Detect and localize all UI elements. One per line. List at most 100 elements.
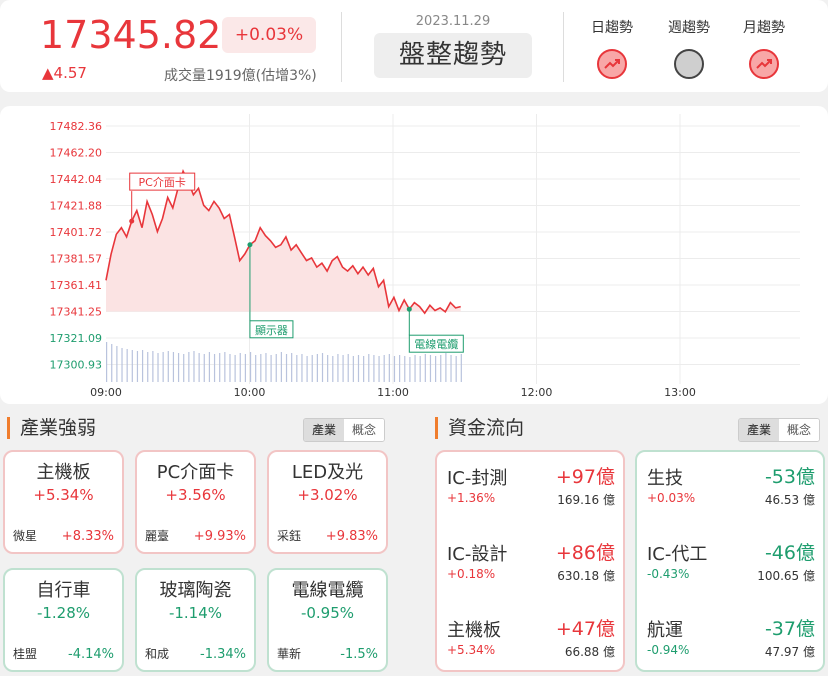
volume-bar bbox=[162, 352, 164, 382]
volume-bar bbox=[368, 354, 370, 382]
volume-bar bbox=[445, 353, 447, 382]
x-tick-label: 09:00 bbox=[90, 386, 122, 399]
intraday-chart[interactable]: 17482.36 17462.20 17442.04 17421.88 17401.72… bbox=[0, 106, 828, 404]
industry-name: LED及光 bbox=[291, 462, 364, 483]
industry-card[interactable]: 電線電纜 -0.95% 華新 -1.5% bbox=[267, 568, 388, 672]
volume-bar bbox=[399, 355, 401, 382]
flow-industry-name: IC-設計 bbox=[447, 544, 508, 565]
industry-card[interactable]: 自行車 -1.28% 桂盟 -4.14% bbox=[3, 568, 124, 672]
x-tick-label: 13:00 bbox=[664, 386, 696, 399]
index-price: 17345.82 bbox=[40, 13, 222, 57]
flow-amount: -37億 bbox=[764, 618, 815, 640]
industry-change: +3.56% bbox=[165, 486, 226, 504]
industry-card[interactable]: 主機板 +5.34% 微星 +8.33% bbox=[3, 450, 124, 554]
volume-bar bbox=[203, 354, 205, 382]
flow-item[interactable]: 生技 -53億 +0.03% 46.53 億 bbox=[647, 464, 815, 524]
trend-status: 盤整趨勢 bbox=[374, 33, 532, 78]
volume-bar bbox=[419, 356, 421, 382]
fund-flow-title: 資金流向 bbox=[435, 417, 524, 439]
volume-bar bbox=[460, 354, 462, 382]
tab-industry[interactable]: 產業 bbox=[739, 419, 780, 441]
y-tick-label: 17442.04 bbox=[50, 173, 103, 186]
flow-industry-change: +0.18% bbox=[447, 567, 496, 581]
volume-bar bbox=[455, 356, 457, 382]
industry-name: 電線電纜 bbox=[291, 580, 364, 601]
volume-bar bbox=[435, 356, 437, 382]
industry-name: 主機板 bbox=[36, 462, 91, 483]
volume-bar bbox=[373, 355, 375, 382]
industry-name: PC介面卡 bbox=[156, 462, 235, 483]
industry-card[interactable]: PC介面卡 +3.56% 麗臺 +9.93% bbox=[135, 450, 256, 554]
weekly-trend[interactable]: 週趨勢 bbox=[654, 17, 724, 79]
volume-bar bbox=[424, 354, 426, 382]
flow-turnover: 169.16 億 bbox=[557, 493, 615, 507]
volume-bar bbox=[183, 354, 185, 382]
volume-bar bbox=[244, 354, 246, 382]
industry-name: 玻璃陶瓷 bbox=[159, 580, 232, 601]
flow-amount: -46億 bbox=[764, 542, 815, 564]
flow-item[interactable]: IC-設計 +86億 +0.18% 630.18 億 bbox=[447, 540, 615, 600]
volume-bar bbox=[280, 352, 282, 382]
flow-turnover: 46.53 億 bbox=[764, 493, 815, 507]
daily-trend-label: 日趨勢 bbox=[591, 20, 633, 36]
volume-bar bbox=[285, 354, 288, 382]
tab-industry[interactable]: 產業 bbox=[304, 419, 345, 441]
flow-industry-name: 航運 bbox=[647, 620, 683, 641]
volume-bar bbox=[321, 353, 324, 382]
weekly-trend-label: 週趨勢 bbox=[668, 20, 710, 36]
annotation-label: 電線電纜 bbox=[414, 337, 458, 351]
volume-bar bbox=[229, 354, 231, 382]
trend-up-icon bbox=[749, 49, 779, 79]
industry-tab-group: 產業 概念 bbox=[303, 418, 386, 442]
volume-bar bbox=[429, 355, 432, 382]
volume-bar bbox=[347, 354, 349, 382]
date-label: 2023.11.29 bbox=[415, 14, 491, 29]
flow-turnover: 66.88 億 bbox=[564, 645, 615, 659]
volume-bar bbox=[306, 356, 308, 382]
flow-tab-group: 產業 概念 bbox=[738, 418, 821, 442]
industry-change: -1.14% bbox=[168, 604, 223, 622]
volume-bar bbox=[198, 353, 200, 382]
y-tick-label: 17421.88 bbox=[50, 200, 103, 213]
x-tick-label: 12:00 bbox=[521, 386, 553, 399]
tab-concept[interactable]: 概念 bbox=[344, 419, 385, 441]
volume-bar bbox=[147, 352, 149, 382]
volume-bar bbox=[327, 355, 329, 382]
volume-bar bbox=[383, 355, 385, 382]
volume-bar bbox=[363, 356, 365, 382]
industry-change: +5.34% bbox=[33, 486, 94, 504]
volume-bar bbox=[167, 351, 169, 382]
flow-industry-name: 生技 bbox=[647, 468, 683, 489]
flow-item[interactable]: 航運 -37億 -0.94% 47.97 億 bbox=[647, 616, 815, 676]
flow-turnover: 100.65 億 bbox=[757, 569, 815, 583]
monthly-trend[interactable]: 月趨勢 bbox=[729, 17, 799, 79]
flow-amount: +86億 bbox=[555, 542, 615, 564]
flow-industry-change: -0.94% bbox=[647, 643, 690, 657]
trend-flat-icon bbox=[674, 49, 704, 79]
volume-bar bbox=[106, 342, 108, 382]
volume-bar bbox=[131, 350, 133, 382]
volume-bar bbox=[316, 354, 318, 382]
change-percent-badge: +0.03% bbox=[222, 17, 316, 53]
flow-item[interactable]: IC-封測 +97億 +1.36% 169.16 億 bbox=[447, 464, 615, 524]
industry-card[interactable]: LED及光 +3.02% 采鈺 +9.83% bbox=[267, 450, 388, 554]
volume-bar bbox=[224, 352, 226, 382]
x-tick-label: 11:00 bbox=[377, 386, 409, 399]
volume-bar bbox=[440, 355, 442, 382]
volume-bar bbox=[193, 351, 195, 382]
flow-item[interactable]: IC-代工 -46億 -0.43% 100.65 億 bbox=[647, 540, 815, 600]
tab-concept[interactable]: 概念 bbox=[779, 419, 820, 441]
volume-bar bbox=[265, 353, 267, 382]
flow-industry-change: +0.03% bbox=[647, 491, 696, 505]
daily-trend[interactable]: 日趨勢 bbox=[577, 17, 647, 79]
volume-bar bbox=[275, 354, 277, 382]
flow-industry-name: IC-封測 bbox=[447, 468, 508, 489]
volume-bar bbox=[219, 353, 221, 382]
industry-card[interactable]: 玻璃陶瓷 -1.14% 和成 -1.34% bbox=[135, 568, 256, 672]
flow-industry-change: +1.36% bbox=[447, 491, 496, 505]
volume-bar bbox=[188, 352, 190, 382]
flow-industry-name: 主機板 bbox=[447, 620, 501, 641]
flow-item[interactable]: 主機板 +47億 +5.34% 66.88 億 bbox=[447, 616, 615, 676]
intraday-chart-card: 17482.36 17462.20 17442.04 17421.88 17401.72… bbox=[0, 106, 828, 404]
volume-bar bbox=[141, 350, 144, 382]
